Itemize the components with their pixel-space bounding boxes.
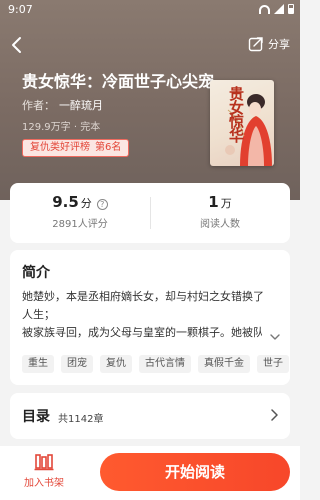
author-row[interactable]: 作者： 一醉琉月: [22, 97, 103, 113]
rating-count: 2891人评分: [52, 219, 108, 230]
rank-name: 复仇类好评榜: [30, 142, 90, 153]
intro-text: 她楚妙，本是丞相府嫡长女，却与村妇之女错换了 人生； 被家族寻回，成为父母与皇室…: [22, 288, 278, 342]
signal-icon: [274, 4, 284, 14]
battery-icon: [288, 4, 294, 14]
back-arrow-icon: [12, 37, 21, 53]
author-name: 一醉琉月: [59, 99, 103, 112]
intro-line: 被家族寻回，成为父母与皇室的一颗棋子。她被队: [22, 326, 262, 339]
chevron-right-icon: [271, 409, 278, 421]
intro-card[interactable]: 简介 她楚妙，本是丞相府嫡长女，却与村妇之女错换了 人生； 被家族寻回，成为父母…: [10, 250, 290, 385]
tag[interactable]: 复仇: [100, 355, 132, 373]
rating-value-row: 9.5 分?: [52, 193, 108, 211]
start-reading-button[interactable]: 开始阅读: [100, 453, 290, 491]
rating-stat[interactable]: 9.5 分? 2891人评分: [10, 192, 150, 230]
status-icons: [259, 4, 294, 14]
meta-separator: ·: [73, 122, 78, 133]
tag[interactable]: 团宠: [61, 355, 93, 373]
status-bar: 9:07: [0, 0, 300, 22]
chapter-count: 共1142章: [58, 414, 104, 425]
tag[interactable]: 重生: [22, 355, 54, 373]
stats-card: 9.5 分? 2891人评分 1万 阅读人数: [10, 183, 290, 243]
tag-list: 重生 团宠 复仇 古代言情 真假千金 世子: [22, 355, 289, 373]
readers-stat: 1万 阅读人数: [150, 192, 290, 230]
help-icon[interactable]: ?: [96, 199, 108, 210]
author-label: 作者：: [22, 99, 55, 112]
readers-count: 1: [208, 193, 219, 211]
share-icon: [248, 37, 263, 52]
share-button[interactable]: 分享: [248, 36, 290, 52]
rank-badge[interactable]: 复仇类好评榜 第6名: [22, 139, 130, 157]
intro-line: 人生；: [22, 308, 55, 321]
word-count: 129.9万字: [22, 122, 71, 133]
readers-value-row: 1万: [208, 193, 231, 211]
book-meta: 129.9万字 · 完本: [22, 118, 100, 133]
book-cover: 贵女惊华: [210, 80, 274, 166]
readers-unit: 万: [220, 197, 232, 210]
tag[interactable]: 古代言情: [139, 355, 191, 373]
bottom-action-bar: 加入书架 开始阅读: [0, 446, 300, 500]
bookshelf-icon: [34, 454, 54, 471]
readers-label: 阅读人数: [200, 219, 240, 230]
tag[interactable]: 世子: [257, 355, 289, 373]
toc-heading: 目录: [22, 409, 50, 425]
add-to-shelf-label: 加入书架: [24, 478, 64, 489]
toc-row[interactable]: 目录 共1142章: [10, 393, 290, 439]
share-label: 分享: [268, 38, 290, 51]
tag[interactable]: 真假千金: [198, 355, 250, 373]
rating-unit: 分: [80, 197, 92, 210]
chevron-down-icon[interactable]: [270, 332, 280, 342]
book-header: 9:07 分享 贵女惊华：冷面世子心尖宠 作者： 一醉琉月 129.9万字 · 完…: [0, 0, 300, 200]
back-button[interactable]: [10, 36, 26, 54]
intro-line: 她楚妙，本是丞相府嫡长女，却与村妇之女错换了: [22, 290, 264, 303]
intro-heading: 简介: [22, 265, 50, 281]
completion-status: 完本: [80, 122, 101, 133]
status-time: 9:07: [8, 3, 33, 16]
book-title: 贵女惊华：冷面世子心尖宠: [22, 72, 215, 91]
rating-score: 9.5: [52, 193, 79, 211]
rank-position: 第6名: [95, 142, 122, 153]
cover-title-logo: 贵女惊华: [227, 86, 245, 142]
wifi-icon: [259, 4, 270, 14]
add-to-shelf-button[interactable]: 加入书架: [22, 453, 66, 489]
